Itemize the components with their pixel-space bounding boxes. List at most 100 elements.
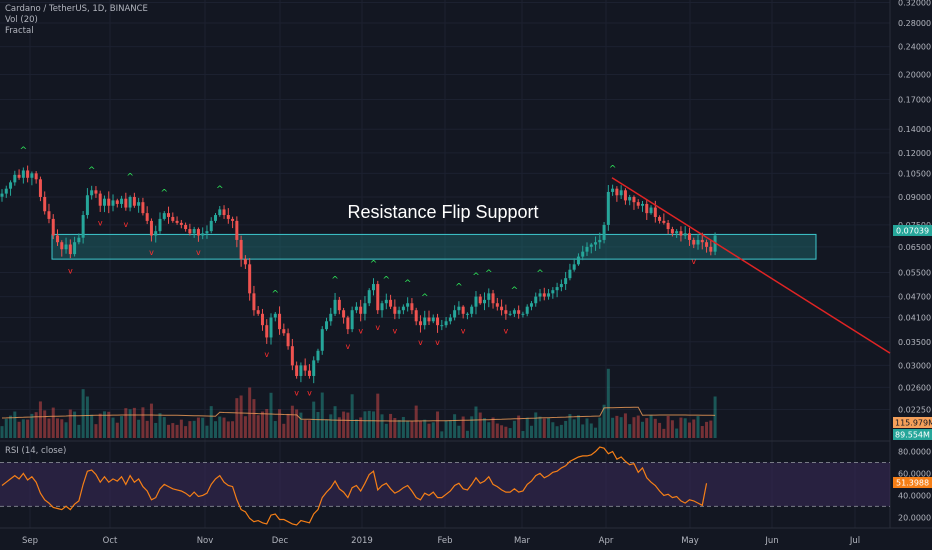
- volume-bar: [145, 420, 149, 438]
- candle-body: [367, 290, 371, 304]
- volume-bar: [576, 415, 580, 438]
- candle-body: [371, 284, 375, 291]
- candle-body: [260, 313, 264, 326]
- fractal-legend[interactable]: Fractal: [5, 26, 34, 37]
- volume-bar: [273, 421, 277, 438]
- volume-bar: [679, 417, 683, 438]
- candle-body: [21, 170, 25, 178]
- volume-bar: [645, 418, 649, 438]
- volume-bar: [397, 419, 401, 438]
- fractal-down-marker: v: [358, 326, 363, 335]
- fractal-up-marker: ^: [536, 269, 544, 279]
- candle-body: [572, 264, 576, 270]
- volume-bar: [632, 417, 636, 438]
- volume-bar: [214, 421, 217, 438]
- volume-bar: [547, 417, 551, 438]
- fractal-down-marker: v: [294, 389, 299, 398]
- volume-bar: [525, 417, 529, 438]
- fractal-up-marker: ^: [383, 275, 391, 285]
- candle-body: [325, 321, 329, 330]
- fractal-up-marker: ^: [421, 293, 429, 303]
- volume-bar: [98, 413, 102, 438]
- volume-bar: [120, 416, 124, 438]
- candle-body: [397, 310, 401, 314]
- candle-body: [525, 306, 529, 314]
- candle-body: [662, 220, 666, 223]
- volume-bar: [367, 410, 371, 438]
- chart-annotation[interactable]: Resistance Flip Support: [347, 202, 538, 222]
- candle-body: [73, 242, 77, 255]
- candle-body: [214, 215, 217, 221]
- volume-bar: [538, 416, 542, 438]
- volume-bar: [555, 426, 559, 438]
- candle-body: [56, 235, 60, 243]
- candle-body: [581, 251, 585, 257]
- candle-body: [175, 220, 179, 223]
- rsi-legend[interactable]: RSI (14, close): [5, 446, 66, 457]
- volume-bar: [94, 424, 98, 438]
- candle-body: [256, 310, 260, 314]
- volume-bar: [128, 409, 132, 438]
- candle-body: [299, 365, 303, 376]
- candle-body: [132, 196, 136, 206]
- candle-body: [401, 306, 405, 311]
- volume-bar: [478, 412, 482, 438]
- candle-body: [137, 202, 141, 206]
- candle-body: [222, 209, 226, 216]
- volume-bar: [474, 406, 478, 438]
- candle-body: [376, 284, 380, 311]
- candle-body: [354, 306, 358, 311]
- candle-body: [252, 293, 256, 311]
- volume-bar: [51, 407, 55, 438]
- candle-body: [418, 321, 422, 326]
- volume-bar: [162, 417, 166, 438]
- candle-body: [512, 310, 516, 314]
- volume-bar: [346, 412, 350, 438]
- volume-bar: [299, 412, 303, 438]
- volume-bar: [581, 424, 585, 438]
- volume-legend[interactable]: Vol (20): [5, 15, 38, 26]
- price-tick-label: 0.10500: [898, 169, 931, 178]
- volume-bar: [9, 415, 13, 438]
- volume-bar: [56, 418, 60, 438]
- volume-bar: [4, 418, 8, 438]
- volume-bar: [303, 419, 307, 438]
- candle-body: [636, 202, 640, 206]
- candle-body: [623, 190, 627, 201]
- candle-body: [410, 303, 414, 311]
- volume-bar: [34, 412, 38, 438]
- price-tick-label: 0.04100: [898, 314, 931, 323]
- candle-body: [209, 220, 213, 232]
- fractal-down-marker: v: [196, 248, 201, 257]
- volume-bar: [43, 410, 47, 438]
- candle-body: [359, 306, 363, 314]
- fractal-up-marker: ^: [511, 286, 519, 296]
- candle-body: [453, 310, 457, 318]
- chart-canvas[interactable]: ^v^v v^v^v^v^v v^vv^v^v^v^v^v^ ^v^^^v Resis…: [0, 0, 932, 550]
- rsi-tick-label: 80.0000: [898, 447, 931, 456]
- volume-bar: [260, 411, 264, 438]
- fractal-up-marker: ^: [126, 173, 134, 183]
- symbol-legend[interactable]: Cardano / TetherUS, 1D, BINANCE: [5, 4, 148, 15]
- time-tick-label: May: [681, 536, 699, 546]
- candle-body: [538, 293, 542, 297]
- candle-body: [179, 222, 183, 225]
- fractal-down-marker: v: [503, 326, 508, 335]
- time-tick-label: Nov: [197, 536, 214, 546]
- volume-bar: [389, 413, 393, 438]
- candle-body: [683, 233, 687, 236]
- fractal-up-marker: ^: [609, 164, 617, 174]
- volume-bar: [606, 368, 610, 438]
- candle-body: [380, 303, 384, 311]
- candle-body: [34, 173, 38, 180]
- volume-bar: [90, 414, 94, 438]
- candle-body: [491, 293, 495, 304]
- candle-body: [585, 246, 589, 252]
- candle-body: [196, 229, 200, 236]
- price-tick-label: 0.05500: [898, 268, 931, 277]
- candle-body: [465, 313, 469, 315]
- candle-body: [85, 195, 89, 216]
- support-zone[interactable]: [51, 233, 817, 260]
- fractal-down-marker: v: [375, 323, 380, 332]
- volume-bar: [21, 419, 25, 438]
